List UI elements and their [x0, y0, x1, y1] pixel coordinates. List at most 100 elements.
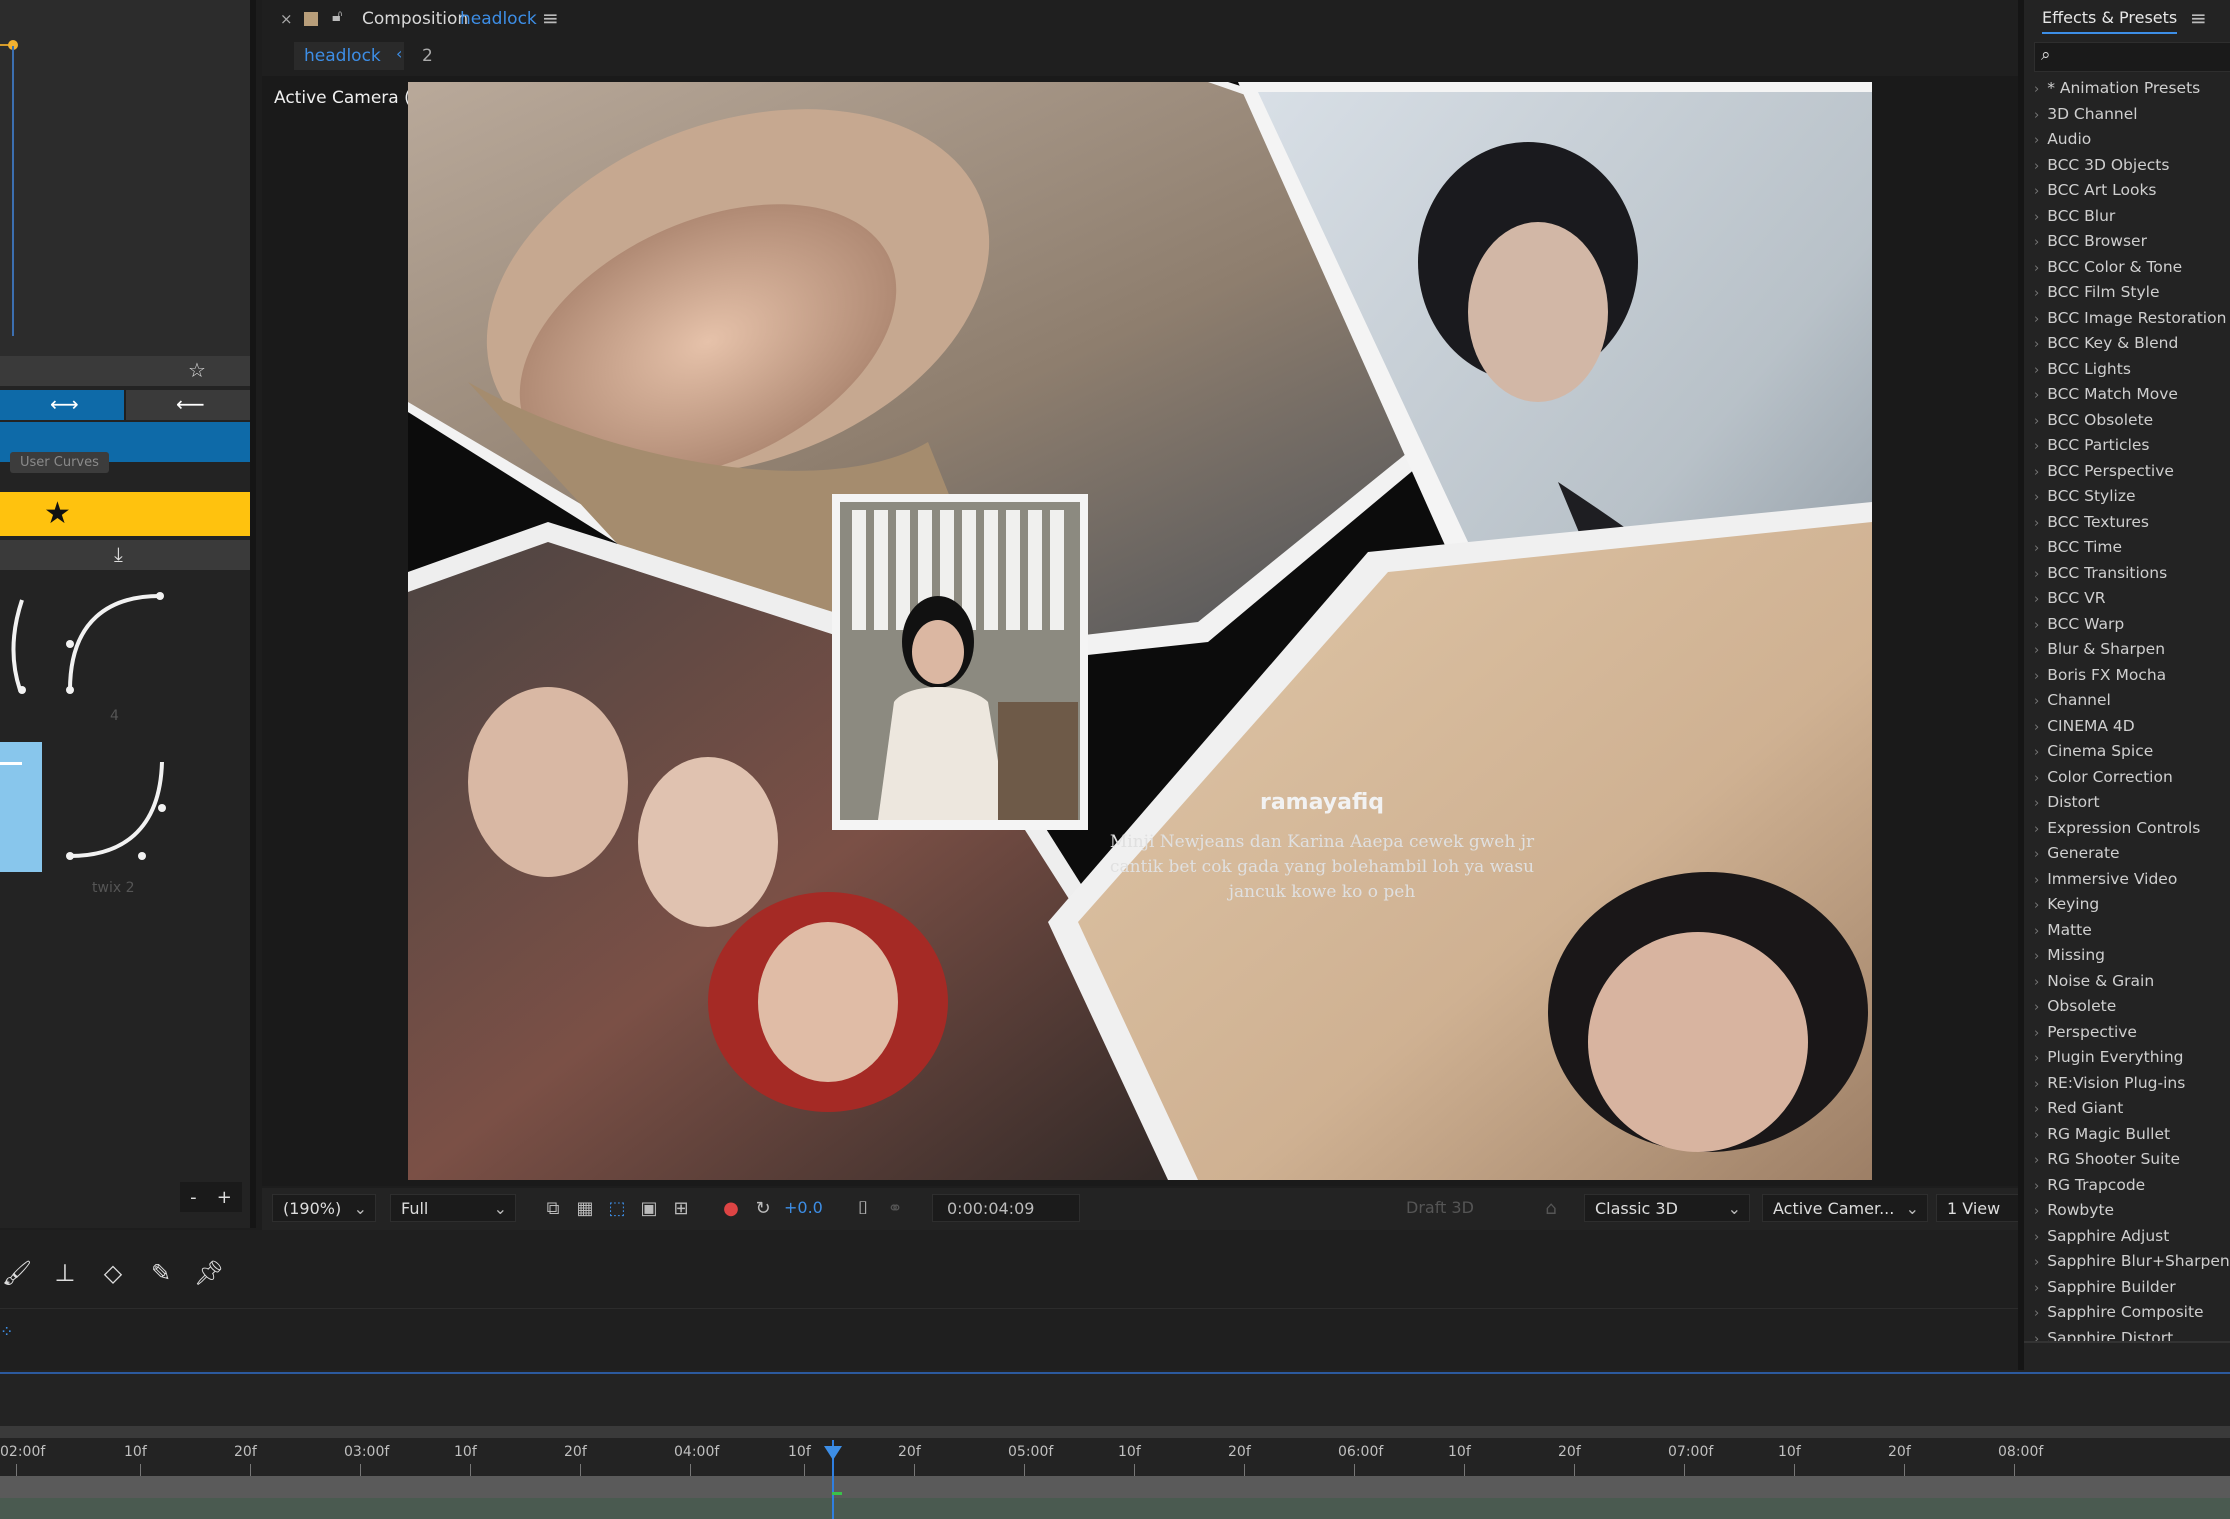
panel-menu-icon[interactable]: ≡	[2190, 6, 2207, 30]
effects-category-item[interactable]: › Keying	[2024, 892, 2230, 918]
curve-preset-twix[interactable]	[60, 752, 170, 872]
effects-category-item[interactable]: › RG Magic Bullet	[2024, 1122, 2230, 1148]
effects-category-item[interactable]: › Immersive Video	[2024, 867, 2230, 893]
composition-canvas[interactable]	[408, 82, 1872, 1180]
minus-button[interactable]: -	[190, 1187, 197, 1208]
show-snapshot-icon[interactable]: ⚭	[882, 1196, 908, 1222]
camera-snapshot-icon[interactable]: ⌷	[850, 1196, 876, 1222]
roto-brush-icon[interactable]: ✎	[144, 1256, 178, 1290]
magnification-dropdown[interactable]: (190%) ⌄	[272, 1194, 376, 1222]
left-arrow-button[interactable]: ⟵	[126, 390, 250, 420]
effects-category-item[interactable]: › Sapphire Distort	[2024, 1326, 2230, 1342]
effects-category-item[interactable]: › BCC Lights	[2024, 357, 2230, 383]
effects-search-input[interactable]: ⌕	[2034, 42, 2230, 72]
effects-category-item[interactable]: › Generate	[2024, 841, 2230, 867]
fast-previews-icon[interactable]: ⧉	[540, 1196, 566, 1222]
mask-visibility-icon[interactable]: ⬚	[604, 1196, 630, 1222]
effects-category-item[interactable]: › CINEMA 4D	[2024, 714, 2230, 740]
effects-category-item[interactable]: › Audio	[2024, 127, 2230, 153]
grid-guides-icon[interactable]: ⊞	[668, 1196, 694, 1222]
effects-category-item[interactable]: › Expression Controls	[2024, 816, 2230, 842]
bidirectional-button[interactable]: ⟷	[0, 390, 124, 420]
effects-category-item[interactable]: › Matte	[2024, 918, 2230, 944]
layer-track[interactable]	[0, 1476, 2230, 1498]
effects-category-item[interactable]: › BCC Match Move	[2024, 382, 2230, 408]
effects-category-item[interactable]: › BCC Color & Tone	[2024, 255, 2230, 281]
effects-category-item[interactable]: › BCC Particles	[2024, 433, 2230, 459]
favorite-button[interactable]: ★	[0, 492, 250, 536]
effects-category-item[interactable]: › BCC Key & Blend	[2024, 331, 2230, 357]
effects-category-item[interactable]: › Blur & Sharpen	[2024, 637, 2230, 663]
effects-category-item[interactable]: › Distort	[2024, 790, 2230, 816]
grid-snap-icon[interactable]: ⁘	[0, 1322, 16, 1346]
lock-icon[interactable]: 🔓︎	[332, 6, 342, 26]
plus-button[interactable]: +	[217, 1187, 232, 1208]
exposure-value[interactable]: +0.0	[784, 1198, 823, 1217]
brush-icon[interactable]: 🖌︎	[0, 1256, 34, 1290]
effects-category-item[interactable]: › BCC Film Style	[2024, 280, 2230, 306]
effects-category-item[interactable]: › Boris FX Mocha	[2024, 663, 2230, 689]
curve-preset-selected[interactable]	[0, 742, 42, 872]
effects-category-item[interactable]: › BCC Browser	[2024, 229, 2230, 255]
close-icon[interactable]: ×	[280, 10, 293, 28]
download-icon[interactable]: ⤓	[114, 542, 123, 566]
effects-category-item[interactable]: › RG Shooter Suite	[2024, 1147, 2230, 1173]
effects-category-item[interactable]: › RG Trapcode	[2024, 1173, 2230, 1199]
resolution-dropdown[interactable]: Full ⌄	[390, 1194, 516, 1222]
effects-category-item[interactable]: › Cinema Spice	[2024, 739, 2230, 765]
composition-name[interactable]: headlock	[460, 9, 537, 29]
graph-area[interactable]	[0, 0, 250, 360]
effects-category-item[interactable]: › Sapphire Blur+Sharpen	[2024, 1249, 2230, 1275]
camera-dropdown[interactable]: Active Camer... ⌄	[1762, 1194, 1928, 1222]
effects-category-item[interactable]: › Color Correction	[2024, 765, 2230, 791]
effects-category-item[interactable]: › BCC Image Restoration	[2024, 306, 2230, 332]
reset-exposure-icon[interactable]: ↻	[750, 1196, 776, 1222]
effects-category-item[interactable]: › Noise & Grain	[2024, 969, 2230, 995]
effects-category-item[interactable]: › BCC Stylize	[2024, 484, 2230, 510]
effects-category-item[interactable]: › Rowbyte	[2024, 1198, 2230, 1224]
layer-bar[interactable]	[0, 1498, 2230, 1519]
effects-category-item[interactable]: › BCC 3D Objects	[2024, 153, 2230, 179]
effects-category-item[interactable]: › BCC Textures	[2024, 510, 2230, 536]
label-color-swatch[interactable]	[304, 12, 318, 26]
effects-category-item[interactable]: › BCC Art Looks	[2024, 178, 2230, 204]
effects-category-item[interactable]: › * Animation Presets	[2024, 76, 2230, 102]
effects-category-item[interactable]: › Channel	[2024, 688, 2230, 714]
effects-category-item[interactable]: › Obsolete	[2024, 994, 2230, 1020]
channel-icon[interactable]: ●	[718, 1196, 744, 1222]
puppet-pin-icon[interactable]: 📌︎	[192, 1256, 226, 1290]
region-of-interest-icon[interactable]: ▣	[636, 1196, 662, 1222]
effects-category-item[interactable]: › Red Giant	[2024, 1096, 2230, 1122]
breadcrumb-item[interactable]: 2	[422, 46, 433, 66]
eraser-icon[interactable]: ◇	[96, 1256, 130, 1290]
effects-category-item[interactable]: › BCC Time	[2024, 535, 2230, 561]
effects-category-item[interactable]: › BCC Obsolete	[2024, 408, 2230, 434]
composition-viewer[interactable]: Active Camera (Default) ramayafiq Minji …	[262, 76, 2018, 1186]
playhead-handle[interactable]	[824, 1446, 842, 1460]
curve-preset-partial[interactable]	[0, 580, 180, 700]
panel-menu-icon[interactable]: ≡	[542, 6, 559, 30]
star-outline-icon[interactable]: ☆	[188, 358, 206, 382]
effects-scrollbar[interactable]	[2024, 1341, 2230, 1343]
effects-category-item[interactable]: › Missing	[2024, 943, 2230, 969]
effects-presets-tab[interactable]: Effects & Presets	[2042, 8, 2178, 34]
effects-category-item[interactable]: › 3D Channel	[2024, 102, 2230, 128]
effects-category-item[interactable]: › RE:Vision Plug-ins	[2024, 1071, 2230, 1097]
effects-category-item[interactable]: › BCC VR	[2024, 586, 2230, 612]
effects-category-item[interactable]: › BCC Blur	[2024, 204, 2230, 230]
effects-category-item[interactable]: › BCC Perspective	[2024, 459, 2230, 485]
effects-category-item[interactable]: › Perspective	[2024, 1020, 2230, 1046]
draft-3d-toggle[interactable]: Draft 3D	[1406, 1194, 1474, 1222]
effects-category-item[interactable]: › Sapphire Builder	[2024, 1275, 2230, 1301]
effects-category-item[interactable]: › Plugin Everything	[2024, 1045, 2230, 1071]
effects-category-item[interactable]: › BCC Warp	[2024, 612, 2230, 638]
transparency-grid-icon[interactable]: ▦	[572, 1196, 598, 1222]
effects-category-item[interactable]: › BCC Transitions	[2024, 561, 2230, 587]
breadcrumb-item-active[interactable]: headlock	[294, 42, 404, 70]
extended-viewer-icon[interactable]: ⌂	[1538, 1196, 1564, 1222]
effects-category-item[interactable]: › Sapphire Composite	[2024, 1300, 2230, 1326]
renderer-dropdown[interactable]: Classic 3D ⌄	[1584, 1194, 1750, 1222]
effects-category-item[interactable]: › Sapphire Adjust	[2024, 1224, 2230, 1250]
work-area-bar[interactable]	[0, 1426, 2230, 1438]
clone-stamp-icon[interactable]: ⊥	[48, 1256, 82, 1290]
